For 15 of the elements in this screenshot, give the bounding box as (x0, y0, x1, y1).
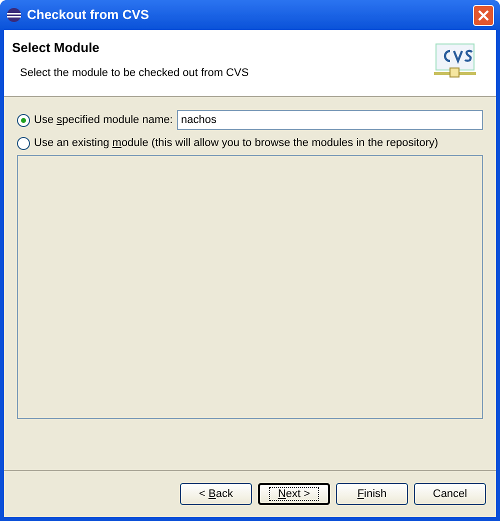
wizard-button[interactable]: Next > (258, 483, 330, 505)
window-title: Checkout from CVS (27, 6, 150, 24)
close-icon (478, 10, 489, 20)
radio-button[interactable] (17, 114, 30, 126)
app-icon (6, 7, 22, 23)
page-description: Select the module to be checked out from CVS (19, 66, 250, 80)
wizard-button[interactable]: Finish (336, 483, 408, 505)
page-title: Select Module (12, 39, 100, 57)
close-button[interactable] (473, 4, 494, 26)
radio-button[interactable] (17, 136, 30, 150)
radio-label[interactable]: Use an existing module (this will allow you to browse the modules in the repository) (34, 134, 438, 152)
radio-label[interactable]: Use specified module name: (34, 112, 173, 128)
wizard-button[interactable]: Cancel (414, 483, 486, 505)
wizard-button[interactable]: < Back (180, 483, 252, 505)
module-name-field[interactable]: nachos (177, 110, 483, 130)
